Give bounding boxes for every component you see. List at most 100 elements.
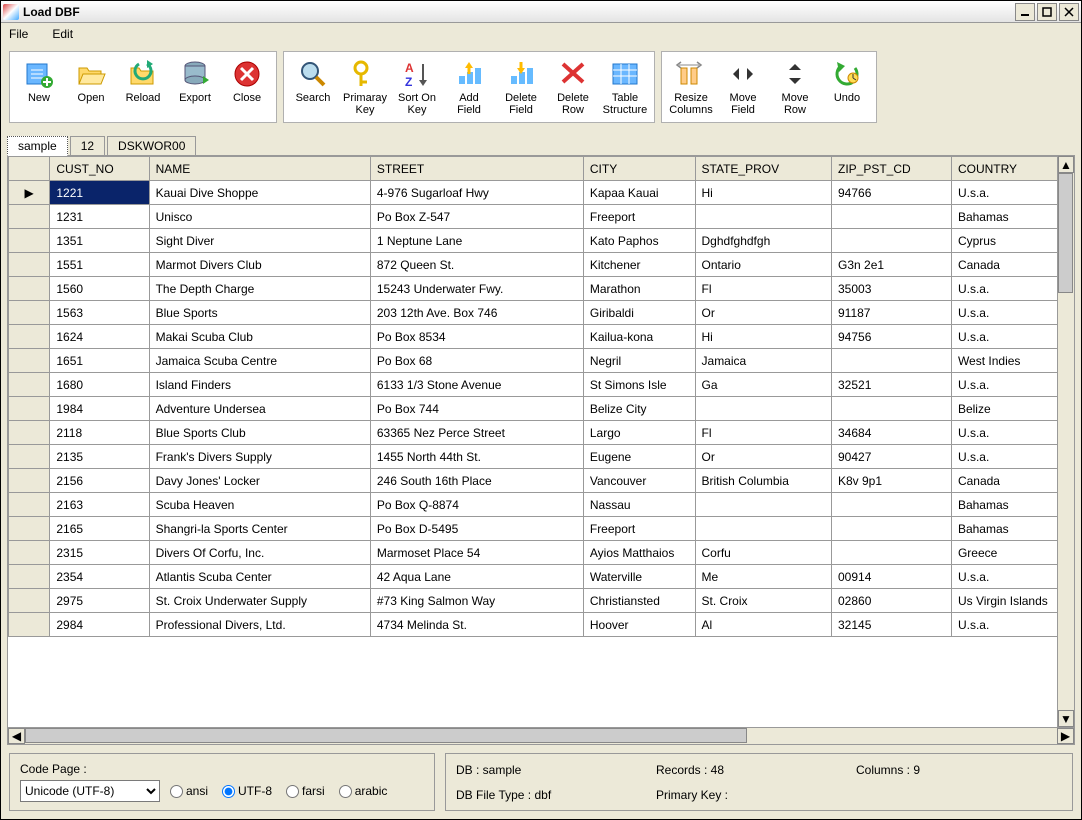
scroll-thumb-h[interactable]	[25, 728, 747, 743]
delete-row-button[interactable]: Delete Row	[550, 56, 596, 118]
cell[interactable]	[832, 397, 952, 421]
cell[interactable]	[695, 517, 831, 541]
cell[interactable]: Cyprus	[951, 229, 1073, 253]
cell[interactable]: Canada	[951, 253, 1073, 277]
cell[interactable]	[832, 517, 952, 541]
cell[interactable]	[832, 205, 952, 229]
table-row[interactable]: 2984Professional Divers, Ltd.4734 Melind…	[9, 613, 1074, 637]
table-row[interactable]: 2975St. Croix Underwater Supply#73 King …	[9, 589, 1074, 613]
cell[interactable]: G3n 2e1	[832, 253, 952, 277]
cell[interactable]: Bahamas	[951, 493, 1073, 517]
cell[interactable]: 1560	[50, 277, 149, 301]
primary-key-button[interactable]: Primaray Key	[342, 56, 388, 118]
radio-farsi[interactable]: farsi	[286, 784, 325, 798]
cell[interactable]: Us Virgin Islands	[951, 589, 1073, 613]
cell[interactable]: U.s.a.	[951, 181, 1073, 205]
cell[interactable]: Po Box 744	[370, 397, 583, 421]
table-row[interactable]: 1551Marmot Divers Club872 Queen St.Kitch…	[9, 253, 1074, 277]
table-row[interactable]: 2135Frank's Divers Supply1455 North 44th…	[9, 445, 1074, 469]
cell[interactable]: Davy Jones' Locker	[149, 469, 370, 493]
cell[interactable]: 872 Queen St.	[370, 253, 583, 277]
table-row[interactable]: 1563Blue Sports203 12th Ave. Box 746Giri…	[9, 301, 1074, 325]
move-field-button[interactable]: Move Field	[720, 56, 766, 118]
cell[interactable]: Belize	[951, 397, 1073, 421]
row-indicator[interactable]	[9, 565, 50, 589]
row-indicator[interactable]	[9, 541, 50, 565]
cell[interactable]: 63365 Nez Perce Street	[370, 421, 583, 445]
cell[interactable]: Vancouver	[583, 469, 695, 493]
cell[interactable]: Makai Scuba Club	[149, 325, 370, 349]
cell[interactable]: Bahamas	[951, 205, 1073, 229]
cell[interactable]: Or	[695, 445, 831, 469]
cell[interactable]: Ontario	[695, 253, 831, 277]
cell[interactable]: 34684	[832, 421, 952, 445]
cell[interactable]: Giribaldi	[583, 301, 695, 325]
cell[interactable]: Hi	[695, 325, 831, 349]
cell[interactable]: Atlantis Scuba Center	[149, 565, 370, 589]
column-header[interactable]: COUNTRY	[951, 157, 1073, 181]
minimize-button[interactable]	[1015, 3, 1035, 21]
cell[interactable]: U.s.a.	[951, 565, 1073, 589]
cell[interactable]: Christiansted	[583, 589, 695, 613]
cell[interactable]: Blue Sports	[149, 301, 370, 325]
cell[interactable]: Kailua-kona	[583, 325, 695, 349]
column-header[interactable]: STATE_PROV	[695, 157, 831, 181]
row-indicator[interactable]	[9, 229, 50, 253]
cell[interactable]: Kitchener	[583, 253, 695, 277]
table-row[interactable]: 2354Atlantis Scuba Center42 Aqua LaneWat…	[9, 565, 1074, 589]
row-indicator[interactable]	[9, 517, 50, 541]
cell[interactable]: 4-976 Sugarloaf Hwy	[370, 181, 583, 205]
cell[interactable]: 35003	[832, 277, 952, 301]
row-indicator[interactable]	[9, 301, 50, 325]
radio-input-arabic[interactable]	[339, 785, 352, 798]
cell[interactable]: 15243 Underwater Fwy.	[370, 277, 583, 301]
cell[interactable]: Po Box Q-8874	[370, 493, 583, 517]
cell[interactable]: Marmoset Place 54	[370, 541, 583, 565]
cell[interactable]: 91187	[832, 301, 952, 325]
tab-12[interactable]: 12	[70, 136, 105, 155]
export-button[interactable]: Export	[172, 56, 218, 118]
cell[interactable]: 2984	[50, 613, 149, 637]
cell[interactable]: 1221	[50, 181, 149, 205]
cell[interactable]: Waterville	[583, 565, 695, 589]
cell[interactable]: Hoover	[583, 613, 695, 637]
cell[interactable]: 2156	[50, 469, 149, 493]
cell[interactable]: Island Finders	[149, 373, 370, 397]
cell[interactable]: 02860	[832, 589, 952, 613]
cell[interactable]: 1624	[50, 325, 149, 349]
search-button[interactable]: Search	[290, 56, 336, 118]
column-header[interactable]: STREET	[370, 157, 583, 181]
tab-dskwor00[interactable]: DSKWOR00	[107, 136, 196, 155]
table-row[interactable]: 1680Island Finders6133 1/3 Stone AvenueS…	[9, 373, 1074, 397]
cell[interactable]: Blue Sports Club	[149, 421, 370, 445]
row-indicator[interactable]: ▶	[9, 181, 50, 205]
cell[interactable]: #73 King Salmon Way	[370, 589, 583, 613]
cell[interactable]: 6133 1/3 Stone Avenue	[370, 373, 583, 397]
table-row[interactable]: 1351Sight Diver1 Neptune LaneKato Paphos…	[9, 229, 1074, 253]
cell[interactable]	[832, 493, 952, 517]
cell[interactable]: Kapaa Kauai	[583, 181, 695, 205]
table-row[interactable]: 1231UniscoPo Box Z-547FreeportBahamas	[9, 205, 1074, 229]
cell[interactable]: 2163	[50, 493, 149, 517]
cell[interactable]: 2354	[50, 565, 149, 589]
cell[interactable]: Or	[695, 301, 831, 325]
add-field-button[interactable]: Add Field	[446, 56, 492, 118]
cell[interactable]	[832, 229, 952, 253]
cell[interactable]: Corfu	[695, 541, 831, 565]
cell[interactable]: Ayios Matthaios	[583, 541, 695, 565]
open-button[interactable]: Open	[68, 56, 114, 118]
cell[interactable]: 1231	[50, 205, 149, 229]
cell[interactable]: Nassau	[583, 493, 695, 517]
resize-columns-button[interactable]: Resize Columns	[668, 56, 714, 118]
table-row[interactable]: 2163Scuba HeavenPo Box Q-8874NassauBaham…	[9, 493, 1074, 517]
cell[interactable]: U.s.a.	[951, 421, 1073, 445]
cell[interactable]: Shangri-la Sports Center	[149, 517, 370, 541]
table-row[interactable]: 2118Blue Sports Club63365 Nez Perce Stre…	[9, 421, 1074, 445]
cell[interactable]: 2135	[50, 445, 149, 469]
cell[interactable]: 1455 North 44th St.	[370, 445, 583, 469]
cell[interactable]: U.s.a.	[951, 325, 1073, 349]
cell[interactable]: Marathon	[583, 277, 695, 301]
row-indicator[interactable]	[9, 277, 50, 301]
radio-input-farsi[interactable]	[286, 785, 299, 798]
scroll-right-button[interactable]: ▶	[1057, 728, 1074, 744]
